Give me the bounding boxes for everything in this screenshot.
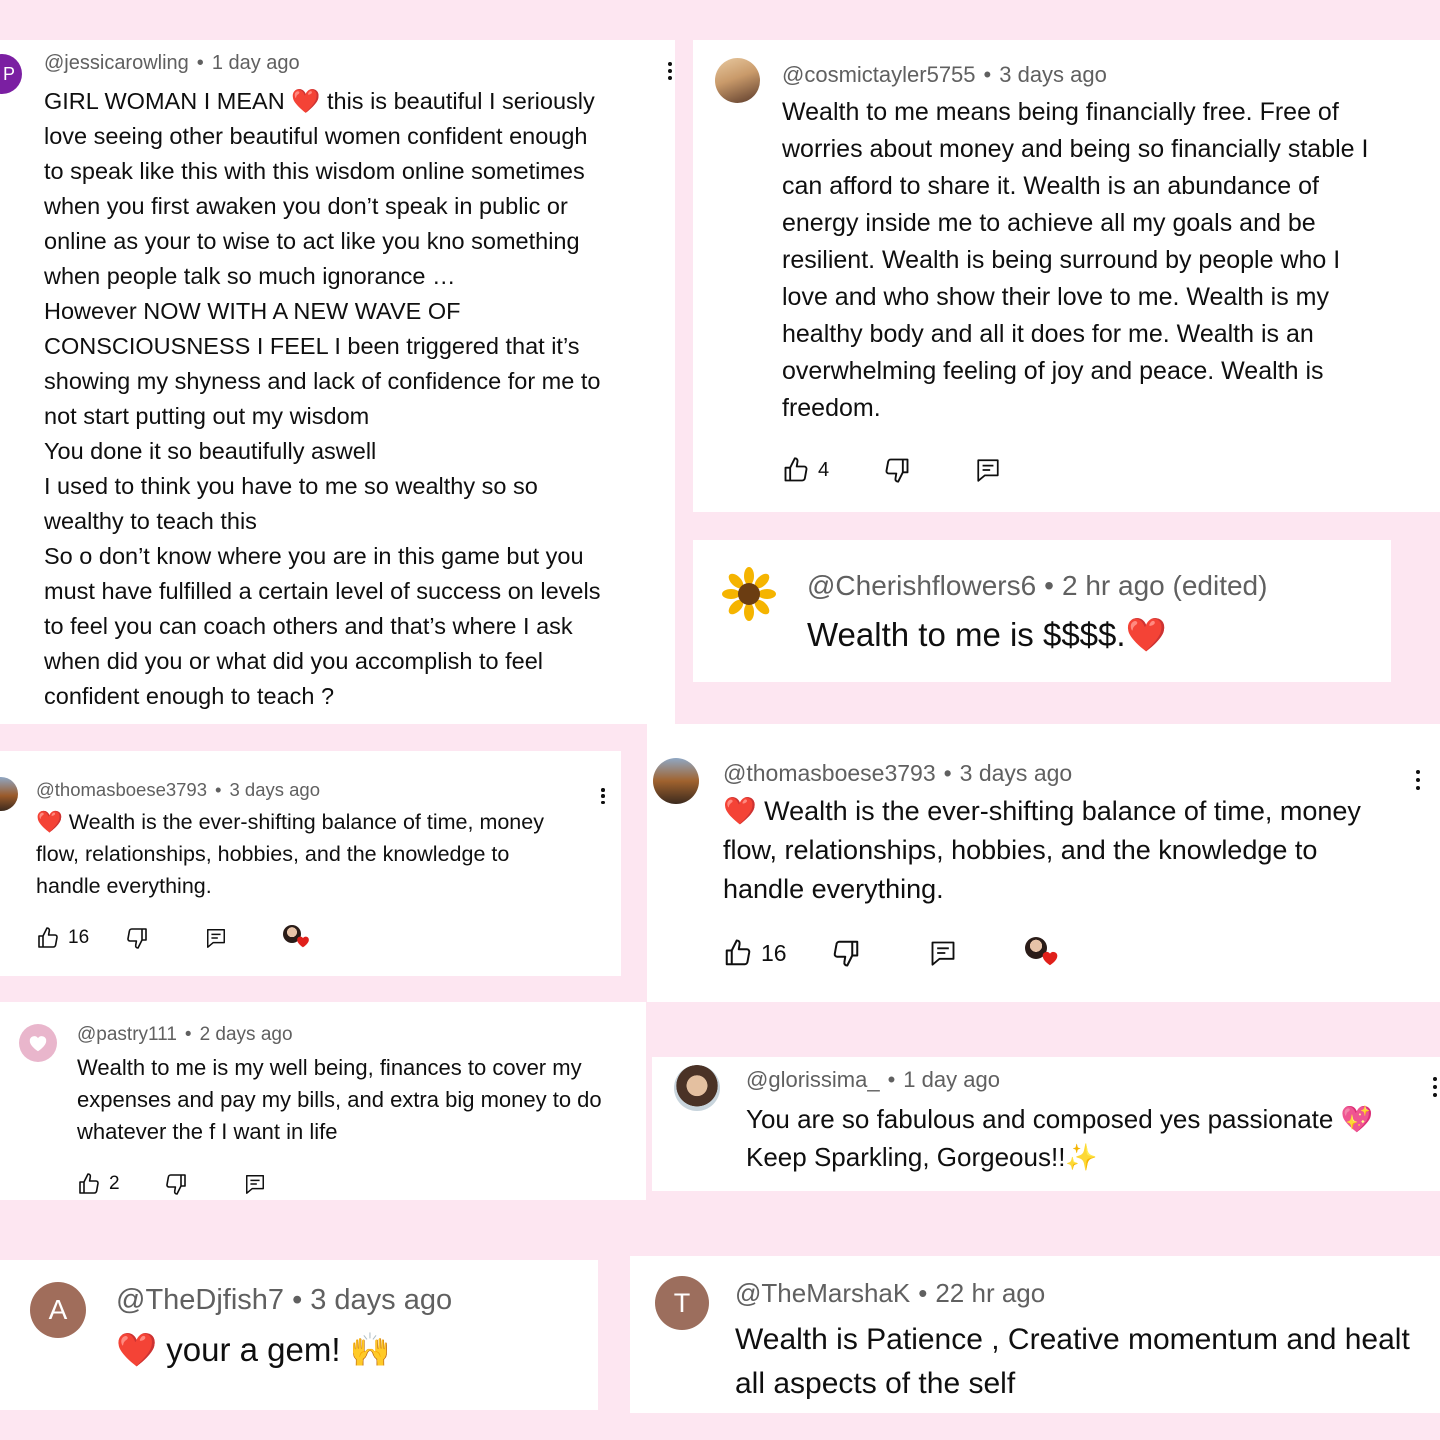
comment-time: 1 day ago xyxy=(903,1067,1000,1092)
comment-time: 2 hr ago (edited) xyxy=(1061,570,1268,601)
creator-heart xyxy=(283,925,313,951)
comment-author[interactable]: @thomasboese3793 xyxy=(723,760,936,786)
comment-meta: @thomasboese3793 • 3 days ago xyxy=(723,760,1073,786)
reply-comment-icon xyxy=(244,1172,266,1196)
comment-author[interactable]: @Cherishflowers6 xyxy=(807,570,1036,601)
avatar[interactable] xyxy=(653,758,699,804)
comment-author[interactable]: @TheMarshaK xyxy=(735,1278,910,1308)
comment-time: 3 days ago xyxy=(310,1284,453,1316)
comment-meta: @pastry111 • 2 days ago xyxy=(77,1024,293,1045)
like-count: 4 xyxy=(818,458,830,481)
more-vert-icon[interactable] xyxy=(1433,1077,1437,1097)
comment-card-cherishflowers6: @Cherishflowers6 • 2 hr ago (edited) Wealt… xyxy=(693,540,1391,682)
comment-card-pastry111: @pastry111 • 2 days ago Wealth to me is my… xyxy=(0,1002,646,1200)
comment-actions: 4 xyxy=(782,456,1001,484)
comment-meta: @cosmictayler5755 • 3 days ago xyxy=(782,62,1107,87)
comment-card-themarshak: T @TheMarshaK • 22 hr ago Wealth is Patien… xyxy=(630,1256,1440,1413)
reply-button[interactable] xyxy=(205,926,227,950)
comment-meta: @jessicarowling • 1 day ago xyxy=(44,52,300,74)
comment-card-cosmictayler5755: @cosmictayler5755 • 3 days ago Wealth to m… xyxy=(693,40,1440,512)
avatar[interactable]: P xyxy=(0,54,22,94)
comment-author[interactable]: @jessicarowling xyxy=(44,52,189,74)
avatar[interactable] xyxy=(721,566,777,622)
comment-actions: 2 xyxy=(77,1172,266,1196)
comment-text: You are so fabulous and composed yes pas… xyxy=(746,1104,1373,1172)
comment-time: 3 days ago xyxy=(959,760,1073,786)
thumbs-down-icon xyxy=(831,938,861,968)
avatar[interactable] xyxy=(19,1024,57,1062)
avatar-letter: T xyxy=(673,1287,691,1318)
reply-comment-icon xyxy=(205,926,227,950)
comment-card-thedjfish7: A @TheDjfish7 • 3 days ago ❤️ your a gem! … xyxy=(0,1260,598,1410)
comment-author[interactable]: @pastry111 xyxy=(77,1024,177,1045)
thumbs-down-icon xyxy=(883,456,911,484)
dislike-button[interactable] xyxy=(125,926,149,950)
avatar[interactable] xyxy=(674,1065,720,1111)
thumbs-up-icon xyxy=(36,926,60,950)
sunflower-icon xyxy=(722,567,776,621)
like-button[interactable]: 2 xyxy=(77,1172,120,1196)
comment-meta: @thomasboese3793 • 3 days ago xyxy=(36,779,321,800)
comment-meta: @TheDjfish7 • 3 days ago xyxy=(116,1284,453,1316)
like-button[interactable]: 16 xyxy=(36,926,89,950)
comment-meta: @Cherishflowers6 • 2 hr ago (edited) xyxy=(807,570,1268,601)
reply-comment-icon xyxy=(929,938,957,968)
comment-author[interactable]: @glorissima_ xyxy=(746,1067,880,1092)
reply-button[interactable] xyxy=(929,938,957,968)
comment-time: 1 day ago xyxy=(211,52,300,74)
comment-author[interactable]: @thomasboese3793 xyxy=(36,779,207,800)
avatar[interactable]: T xyxy=(655,1276,709,1330)
comment-time: 22 hr ago xyxy=(935,1278,1046,1308)
comment-time: 2 days ago xyxy=(199,1024,293,1045)
thumbs-up-icon xyxy=(77,1172,101,1196)
comment-actions: 16 xyxy=(36,925,313,951)
thumbs-up-icon xyxy=(723,938,753,968)
avatar-letter: P xyxy=(2,63,15,84)
reply-button[interactable] xyxy=(975,456,1001,484)
reply-comment-icon xyxy=(975,456,1001,484)
comment-meta: @glorissima_ • 1 day ago xyxy=(746,1067,1000,1092)
dislike-button[interactable] xyxy=(831,938,861,968)
comment-card-thomasboese3793-large: @thomasboese3793 • 3 days ago ❤️ Wealth is… xyxy=(647,724,1440,1002)
like-button[interactable]: 16 xyxy=(723,938,787,968)
comment-text: GIRL WOMAN I MEAN ❤️ this is beautiful I… xyxy=(44,88,601,709)
comment-text: ❤️ Wealth is the ever-shifting balance o… xyxy=(36,810,544,898)
comment-text: Wealth is Patience , Creative momentum a… xyxy=(735,1323,1410,1400)
thumbs-up-icon xyxy=(782,456,810,484)
like-button[interactable]: 4 xyxy=(782,456,829,484)
comment-meta: @TheMarshaK • 22 hr ago xyxy=(735,1278,1046,1308)
comment-actions: 16 xyxy=(723,937,1063,969)
comment-author[interactable]: @TheDjfish7 xyxy=(116,1284,284,1316)
comment-text: Wealth to me is my well being, finances … xyxy=(77,1055,602,1144)
comment-time: 3 days ago xyxy=(229,779,321,800)
more-vert-icon[interactable] xyxy=(601,788,605,804)
avatar[interactable] xyxy=(0,777,18,811)
comment-time: 3 days ago xyxy=(999,62,1107,87)
creator-heart xyxy=(1024,937,1063,969)
creator-heart-icon xyxy=(297,936,309,948)
thumbs-down-icon xyxy=(125,926,149,950)
reply-button[interactable] xyxy=(244,1172,266,1196)
heart-avatar-icon xyxy=(29,1036,47,1052)
comment-text: ❤️ Wealth is the ever-shifting balance o… xyxy=(723,796,1361,904)
avatar-letter: A xyxy=(48,1294,68,1325)
like-count: 16 xyxy=(68,927,90,948)
dislike-button[interactable] xyxy=(164,1172,188,1196)
like-count: 16 xyxy=(761,939,787,966)
comment-text: Wealth to me means being financially fre… xyxy=(782,98,1369,422)
creator-heart-icon xyxy=(1042,951,1057,966)
like-count: 2 xyxy=(109,1173,120,1194)
more-vert-icon[interactable] xyxy=(1416,770,1420,790)
thumbs-down-icon xyxy=(164,1172,188,1196)
comment-author[interactable]: @cosmictayler5755 xyxy=(782,62,976,87)
dislike-button[interactable] xyxy=(883,456,911,484)
avatar[interactable]: A xyxy=(30,1282,86,1338)
avatar[interactable] xyxy=(715,58,760,103)
comment-text: ❤️ your a gem! 🙌 xyxy=(116,1331,391,1368)
comment-card-jessicarowling: P @jessicarowling • 1 day ago GIRL WOMAN I… xyxy=(0,40,675,724)
more-vert-icon[interactable] xyxy=(668,62,672,80)
comment-text: Wealth to me is $$$$.❤️ xyxy=(807,616,1167,653)
comment-card-thomasboese3793-small: @thomasboese3793 • 3 days ago ❤️ Wealth is… xyxy=(0,751,621,976)
comment-card-glorissima: @glorissima_ • 1 day ago You are so fabulo… xyxy=(652,1057,1440,1191)
